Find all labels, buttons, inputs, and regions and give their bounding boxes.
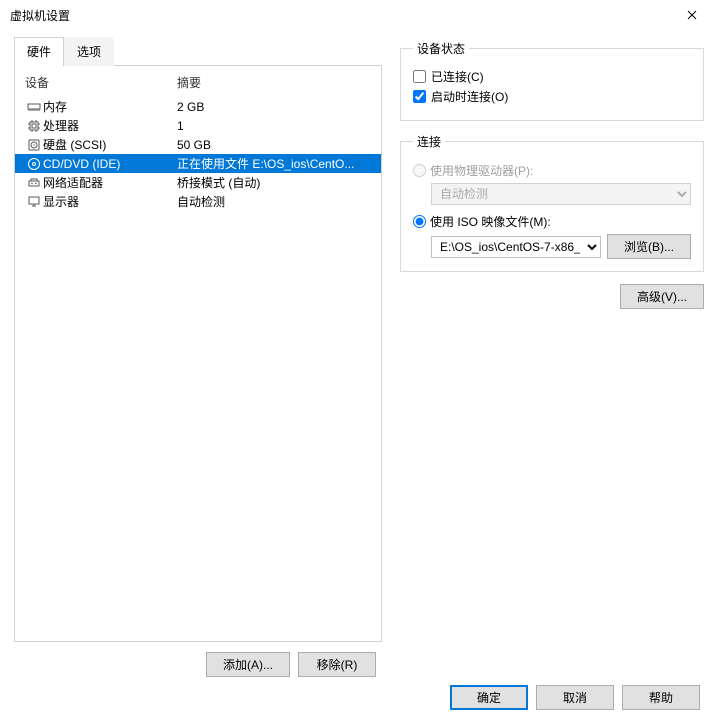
physical-drive-combo: 自动检测 <box>431 183 691 205</box>
device-row-display[interactable]: 显示器自动检测 <box>15 192 381 211</box>
device-label: 显示器 <box>43 193 177 210</box>
connected-row[interactable]: 已连接(C) <box>413 68 691 85</box>
left-action-row: 添加(A)... 移除(R) <box>14 642 382 677</box>
window-title: 虚拟机设置 <box>10 7 672 24</box>
left-panel: 硬件 选项 设备 摘要 内存2 GB处理器1硬盘 (SCSI)50 GBCD/D… <box>14 36 382 677</box>
physical-label: 使用物理驱动器(P): <box>430 162 533 179</box>
device-summary: 桥接模式 (自动) <box>177 174 371 191</box>
net-icon <box>25 176 43 190</box>
remove-button[interactable]: 移除(R) <box>298 652 376 677</box>
iso-radio[interactable] <box>413 215 426 228</box>
device-summary: 50 GB <box>177 138 371 152</box>
disk-icon <box>25 138 43 152</box>
close-button[interactable] <box>672 1 712 29</box>
list-header: 设备 摘要 <box>15 74 381 97</box>
display-icon <box>25 195 43 209</box>
close-icon <box>687 10 697 20</box>
device-row-cd[interactable]: CD/DVD (IDE)正在使用文件 E:\OS_ios\CentO... <box>15 154 381 173</box>
add-button[interactable]: 添加(A)... <box>206 652 290 677</box>
help-button[interactable]: 帮助 <box>622 685 700 710</box>
device-summary: 2 GB <box>177 100 371 114</box>
device-row-cpu[interactable]: 处理器1 <box>15 116 381 135</box>
connect-on-label: 启动时连接(O) <box>431 88 508 105</box>
connected-checkbox[interactable] <box>413 70 426 83</box>
device-label: 处理器 <box>43 117 177 134</box>
titlebar: 虚拟机设置 <box>0 0 718 30</box>
device-label: CD/DVD (IDE) <box>43 157 177 171</box>
device-label: 内存 <box>43 98 177 115</box>
device-label: 硬盘 (SCSI) <box>43 136 177 153</box>
device-status-group: 设备状态 已连接(C) 启动时连接(O) <box>400 40 704 121</box>
advanced-button[interactable]: 高级(V)... <box>620 284 704 309</box>
cpu-icon <box>25 119 43 133</box>
connect-on-checkbox[interactable] <box>413 90 426 103</box>
device-row-memory[interactable]: 内存2 GB <box>15 97 381 116</box>
cancel-button[interactable]: 取消 <box>536 685 614 710</box>
device-summary: 1 <box>177 119 371 133</box>
tab-hardware[interactable]: 硬件 <box>14 37 64 66</box>
device-summary: 自动检测 <box>177 193 371 210</box>
tab-options[interactable]: 选项 <box>64 37 114 66</box>
tabs: 硬件 选项 <box>14 36 382 66</box>
physical-drive-row: 使用物理驱动器(P): <box>413 162 691 179</box>
iso-row[interactable]: 使用 ISO 映像文件(M): <box>413 213 691 230</box>
device-label: 网络适配器 <box>43 174 177 191</box>
connect-on-row[interactable]: 启动时连接(O) <box>413 88 691 105</box>
connection-legend: 连接 <box>413 133 445 150</box>
device-summary: 正在使用文件 E:\OS_ios\CentO... <box>177 155 371 172</box>
device-list: 设备 摘要 内存2 GB处理器1硬盘 (SCSI)50 GBCD/DVD (ID… <box>14 66 382 642</box>
iso-label: 使用 ISO 映像文件(M): <box>430 213 551 230</box>
connection-group: 连接 使用物理驱动器(P): 自动检测 使用 ISO 映像文件(M): E:\O… <box>400 133 704 272</box>
cd-icon <box>25 157 43 171</box>
ok-button[interactable]: 确定 <box>450 685 528 710</box>
header-device: 设备 <box>25 74 177 91</box>
header-summary: 摘要 <box>177 74 201 91</box>
browse-button[interactable]: 浏览(B)... <box>607 234 691 259</box>
physical-radio <box>413 164 426 177</box>
device-row-disk[interactable]: 硬盘 (SCSI)50 GB <box>15 135 381 154</box>
connected-label: 已连接(C) <box>431 68 484 85</box>
iso-path-combo[interactable]: E:\OS_ios\CentOS-7-x86_64 <box>431 236 601 258</box>
device-row-net[interactable]: 网络适配器桥接模式 (自动) <box>15 173 381 192</box>
status-legend: 设备状态 <box>413 40 469 57</box>
memory-icon <box>25 101 43 113</box>
right-panel: 设备状态 已连接(C) 启动时连接(O) 连接 使用物理驱动器(P): 自动检测 <box>400 36 704 677</box>
dialog-button-row: 确定 取消 帮助 <box>450 685 700 710</box>
